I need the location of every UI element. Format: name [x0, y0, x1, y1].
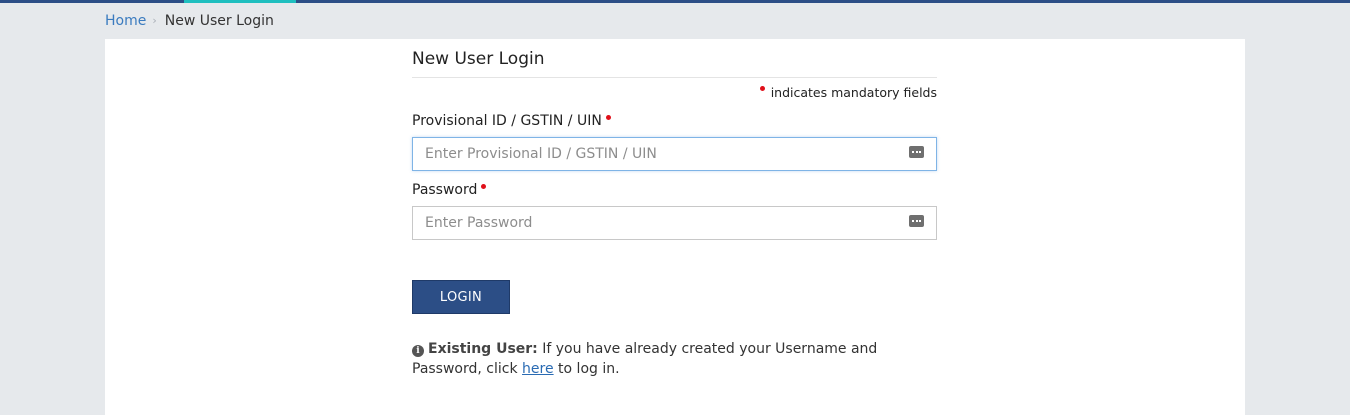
password-label: Password — [412, 182, 487, 198]
mandatory-fields-note: indicates mandatory fields — [759, 85, 937, 100]
mandatory-note-text: indicates mandatory fields — [770, 85, 937, 100]
password-input[interactable] — [413, 207, 905, 239]
login-card: New User Login indicates mandatory field… — [105, 39, 1245, 415]
breadcrumb-current: New User Login — [164, 13, 274, 29]
breadcrumb: Home › New User Login — [105, 12, 274, 30]
password-label-text: Password — [412, 182, 478, 198]
mandatory-dot-icon — [605, 114, 611, 120]
mandatory-dot-icon — [759, 86, 765, 91]
active-nav-indicator — [184, 0, 296, 3]
password-manager-icon[interactable] — [909, 215, 924, 227]
login-here-link[interactable]: here — [522, 361, 554, 377]
info-circle-icon: i — [412, 345, 424, 357]
provisional-id-label-text: Provisional ID / GSTIN / UIN — [412, 113, 602, 129]
provisional-id-input[interactable] — [413, 138, 905, 170]
provisional-id-label: Provisional ID / GSTIN / UIN — [412, 113, 611, 129]
title-divider — [412, 77, 937, 78]
breadcrumb-home-link[interactable]: Home — [105, 12, 146, 30]
password-manager-icon[interactable] — [909, 146, 924, 158]
existing-user-info: i Existing User: If you have already crea… — [412, 339, 912, 379]
mandatory-dot-icon — [481, 183, 487, 189]
existing-user-heading: Existing User: — [428, 341, 538, 357]
existing-user-text-end: to log in. — [553, 361, 620, 377]
login-button[interactable]: LOGIN — [412, 280, 510, 314]
password-field — [412, 206, 937, 240]
provisional-id-field — [412, 137, 937, 171]
breadcrumb-separator-icon: › — [152, 14, 157, 27]
page-title: New User Login — [412, 49, 545, 69]
